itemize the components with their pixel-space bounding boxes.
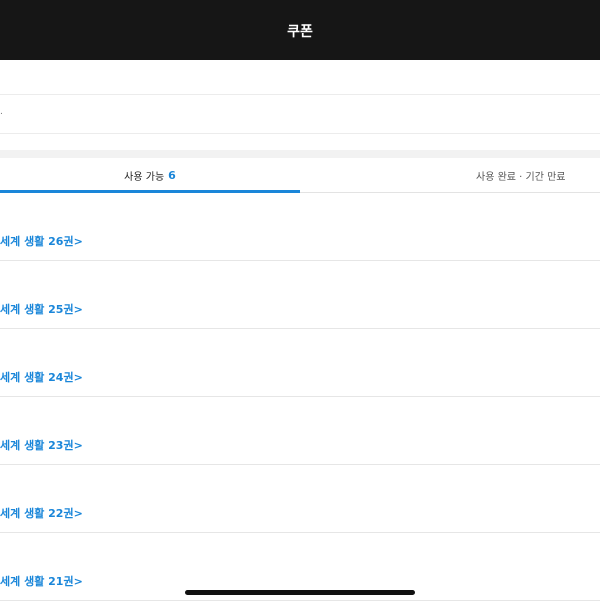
coupon-item[interactable]: 세계 생활 24권> [0,329,600,397]
coupon-title[interactable]: 세계 생활 24권> [0,369,83,385]
info-row: . [0,95,600,134]
tab-available-label: 사용 가능 [124,171,165,183]
tab-used-expired[interactable]: 사용 완료 · 기간 만료 [300,158,600,192]
info-row-text: . [0,107,3,117]
coupon-title[interactable]: 세계 생활 26권> [0,233,83,249]
tab-available[interactable]: 사용 가능 6 [0,158,300,193]
coupon-title[interactable]: 세계 생활 25권> [0,301,83,317]
coupon-item[interactable]: 세계 생활 23권> [0,397,600,465]
coupon-item[interactable]: 세계 생활 22권> [0,465,600,533]
home-indicator[interactable] [185,590,415,595]
tab-used-expired-label: 사용 완료 · 기간 만료 [476,171,566,183]
page-title: 쿠폰 [287,24,313,40]
app-header: 쿠폰 [0,0,600,60]
coupon-list: 세계 생활 26권> 세계 생활 25권> 세계 생활 24권> 세계 생활 2… [0,193,600,601]
section-divider [0,150,600,158]
coupon-item[interactable]: 세계 생활 25권> [0,261,600,329]
tab-available-count: 6 [168,168,176,182]
coupon-title[interactable]: 세계 생활 21권> [0,573,83,589]
empty-row [0,60,600,95]
tab-bar: 사용 가능 6 사용 완료 · 기간 만료 [0,158,600,193]
coupon-title[interactable]: 세계 생활 22권> [0,505,83,521]
coupon-item[interactable]: 세계 생활 26권> [0,193,600,261]
coupon-title[interactable]: 세계 생활 23권> [0,437,83,453]
